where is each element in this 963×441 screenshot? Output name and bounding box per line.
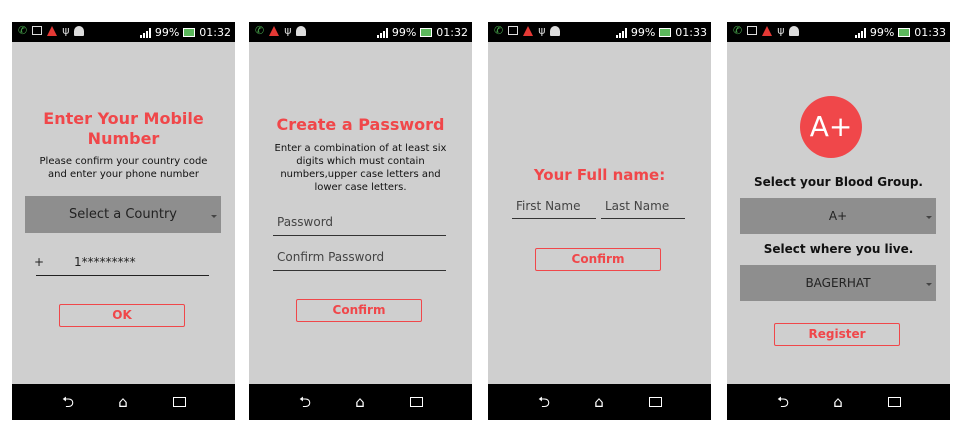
page-description: Enter a combination of at least six digi… xyxy=(274,143,447,193)
navigation-bar: ⮌ ⌂ xyxy=(727,384,950,420)
battery-icon xyxy=(420,28,433,37)
battery-percent: 99% xyxy=(869,26,895,39)
phone-screen-mobile-number: ✆ ψ 99% 01:32 Enter Your Mobile Number P… xyxy=(12,22,235,420)
call-icon: ✆ xyxy=(733,24,743,37)
confirm-password-placeholder: Confirm Password xyxy=(277,250,385,264)
location-label: Select where you live. xyxy=(763,242,914,256)
blood-group-select-value: A+ xyxy=(828,209,848,223)
usb-icon: ψ xyxy=(777,24,785,37)
battery-percent: 99% xyxy=(630,26,656,39)
location-select[interactable]: BAGERHAT xyxy=(740,265,936,301)
first-name-placeholder: First Name xyxy=(516,199,581,213)
password-input[interactable]: Password xyxy=(273,213,446,236)
back-icon[interactable]: ⮌ xyxy=(295,392,315,412)
signal-icon xyxy=(615,27,627,38)
confirm-button[interactable]: Confirm xyxy=(535,248,661,271)
status-bar: ✆ ψ 99% 01:33 xyxy=(727,22,950,42)
register-button[interactable]: Register xyxy=(774,323,900,346)
image-notification-icon xyxy=(508,26,519,35)
country-select[interactable]: Select a Country xyxy=(25,196,221,233)
battery-icon xyxy=(898,28,911,37)
warning-icon xyxy=(762,25,773,36)
navigation-bar: ⮌ ⌂ xyxy=(249,384,472,420)
image-notification-icon xyxy=(32,26,43,35)
recent-apps-icon[interactable] xyxy=(169,392,189,412)
phone-screen-register: ✆ ψ 99% 01:33 A+ Select your Blood Group… xyxy=(727,22,950,420)
home-icon[interactable]: ⌂ xyxy=(350,392,370,412)
image-notification-icon xyxy=(747,26,758,35)
status-bar: ✆ ψ 99% 01:32 xyxy=(249,22,472,42)
home-icon[interactable]: ⌂ xyxy=(828,392,848,412)
home-icon[interactable]: ⌂ xyxy=(589,392,609,412)
phone-input[interactable]: 1********* xyxy=(36,251,209,276)
battery-percent: 99% xyxy=(391,26,417,39)
warning-icon xyxy=(47,25,58,36)
phone-screen-password: ✆ ψ 99% 01:32 Create a Password Enter a … xyxy=(249,22,472,420)
home-icon[interactable]: ⌂ xyxy=(113,392,133,412)
status-time: 01:33 xyxy=(675,26,707,39)
navigation-bar: ⮌ ⌂ xyxy=(488,384,711,420)
status-bar: ✆ ψ 99% 01:32 xyxy=(12,22,235,42)
usb-icon: ψ xyxy=(284,24,292,37)
phone-input-value: 1********* xyxy=(74,255,136,269)
status-time: 01:33 xyxy=(914,26,946,39)
confirm-password-input[interactable]: Confirm Password xyxy=(273,248,446,271)
usb-icon: ψ xyxy=(538,24,546,37)
signal-icon xyxy=(854,27,866,38)
first-name-input[interactable]: First Name xyxy=(512,197,596,219)
usb-icon: ψ xyxy=(62,24,70,37)
battery-icon xyxy=(183,28,196,37)
warning-icon xyxy=(269,25,280,36)
blood-group-label: Select your Blood Group. xyxy=(754,175,923,189)
navigation-bar: ⮌ ⌂ xyxy=(12,384,235,420)
page-description: Please confirm your country code and ent… xyxy=(39,156,208,180)
back-icon[interactable]: ⮌ xyxy=(58,392,78,412)
warning-icon xyxy=(523,25,534,36)
dropdown-caret-icon xyxy=(211,214,217,218)
recent-apps-icon[interactable] xyxy=(406,392,426,412)
page-title: Create a Password xyxy=(276,115,445,134)
location-select-value: BAGERHAT xyxy=(805,276,871,290)
android-icon xyxy=(550,25,561,36)
call-icon: ✆ xyxy=(255,24,265,37)
dropdown-caret-icon xyxy=(926,283,932,286)
recent-apps-icon[interactable] xyxy=(884,392,904,412)
ok-button[interactable]: OK xyxy=(59,304,185,327)
country-select-value: Select a Country xyxy=(69,207,177,222)
android-icon xyxy=(789,25,800,36)
signal-icon xyxy=(376,27,388,38)
phone-screen-full-name: ✆ ψ 99% 01:33 Your Full name: First Name… xyxy=(488,22,711,420)
page-title: Your Full name: xyxy=(533,166,666,184)
status-bar: ✆ ψ 99% 01:33 xyxy=(488,22,711,42)
call-icon: ✆ xyxy=(18,24,28,37)
last-name-placeholder: Last Name xyxy=(605,199,670,213)
battery-icon xyxy=(659,28,672,37)
call-icon: ✆ xyxy=(494,24,504,37)
last-name-input[interactable]: Last Name xyxy=(601,197,685,219)
android-icon xyxy=(74,25,85,36)
blood-group-badge: A+ xyxy=(800,96,862,158)
page-title: Enter Your Mobile Number xyxy=(43,109,204,148)
recent-apps-icon[interactable] xyxy=(645,392,665,412)
dropdown-caret-icon xyxy=(926,216,932,219)
back-icon[interactable]: ⮌ xyxy=(773,392,793,412)
android-icon xyxy=(296,25,307,36)
battery-percent: 99% xyxy=(154,26,180,39)
status-time: 01:32 xyxy=(199,26,231,39)
password-placeholder: Password xyxy=(277,215,334,229)
status-time: 01:32 xyxy=(436,26,468,39)
back-icon[interactable]: ⮌ xyxy=(534,392,554,412)
blood-group-select[interactable]: A+ xyxy=(740,198,936,234)
signal-icon xyxy=(139,27,151,38)
confirm-button[interactable]: Confirm xyxy=(296,299,422,322)
